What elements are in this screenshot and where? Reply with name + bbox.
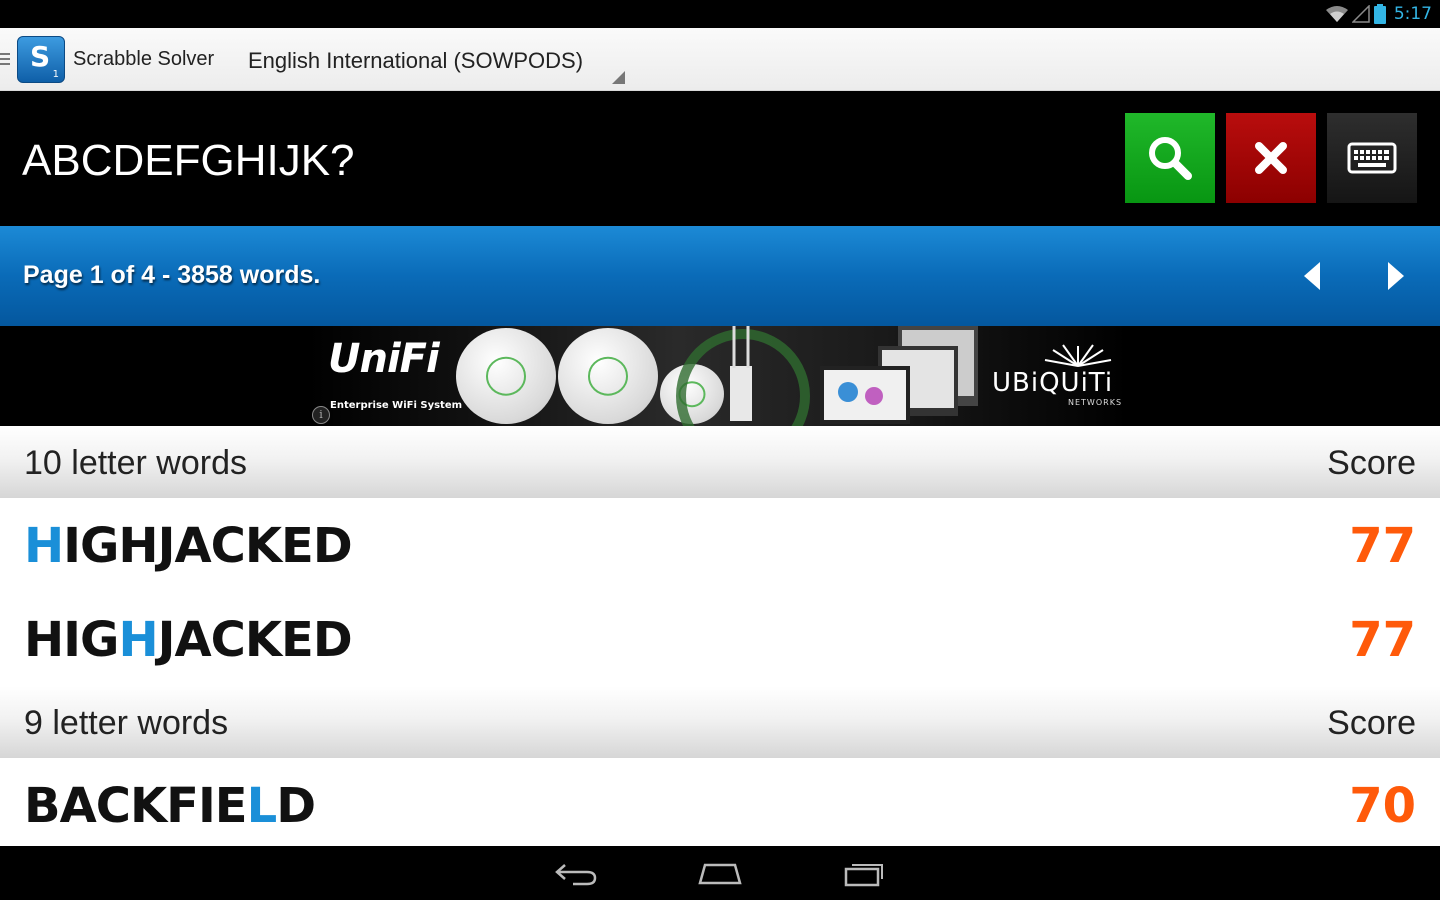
keyboard-icon — [1347, 142, 1397, 174]
word-score: 70 — [1349, 778, 1416, 834]
signal-icon — [1351, 5, 1370, 23]
search-icon — [1149, 137, 1192, 180]
word-part: HIG — [24, 612, 119, 668]
back-icon[interactable] — [553, 859, 599, 887]
previous-page-button[interactable] — [1292, 256, 1332, 296]
dictionary-label: English International (SOWPODS) — [248, 48, 584, 73]
next-page-button[interactable] — [1376, 256, 1416, 296]
section-header-9: 9 letter words Score — [0, 686, 1440, 758]
ad-tagline: Enterprise WiFi System — [330, 400, 463, 411]
pagination-bar: Page 1 of 4 - 3858 words. — [0, 226, 1440, 326]
wifi-icon — [1325, 6, 1348, 22]
score-column-label: Score — [1327, 704, 1416, 742]
ad-image[interactable]: UniFi Enterprise WiFi System UBiQUiTi NE… — [308, 326, 1128, 426]
ad-company: UBiQUiTi — [992, 368, 1114, 398]
letter-input-row — [0, 91, 1440, 226]
chevron-left-icon — [1304, 262, 1320, 290]
word-part: D — [276, 778, 316, 834]
search-button[interactable] — [1125, 113, 1215, 203]
page-info: Page 1 of 4 - 3858 words. — [23, 261, 321, 289]
drawer-indicator-icon[interactable] — [0, 53, 10, 68]
ad-company-sub: NETWORKS — [1068, 398, 1123, 407]
word-text: HIGHJACKED — [24, 612, 353, 668]
word-text: HIGHJACKED — [24, 518, 353, 574]
word-part: JACKED — [157, 612, 353, 668]
clear-button[interactable] — [1226, 113, 1316, 203]
section-header-10: 10 letter words Score — [0, 426, 1440, 498]
outdoor-antenna-image — [676, 326, 810, 426]
chevron-right-icon — [1388, 262, 1404, 290]
ad-info-icon[interactable]: i — [312, 406, 330, 424]
word-row[interactable]: HIGHJACKED 77 — [0, 498, 1440, 592]
app-title: Scrabble Solver — [73, 48, 215, 70]
blank-tile-letter: H — [24, 518, 64, 574]
logo-letter: S — [30, 40, 51, 73]
letters-input[interactable] — [22, 131, 1102, 191]
ubiquiti-logo-icon — [1044, 344, 1112, 367]
logo-number: 1 — [52, 69, 59, 80]
ad-banner[interactable]: UniFi Enterprise WiFi System UBiQUiTi NE… — [0, 326, 1440, 426]
section-title: 10 letter words — [24, 444, 247, 482]
word-score: 77 — [1349, 612, 1416, 668]
blank-tile-letter: L — [246, 778, 278, 834]
word-score: 77 — [1349, 518, 1416, 574]
ad-brand: UniFi — [328, 336, 440, 382]
status-icons: 5:17 — [1325, 3, 1432, 25]
spinner-arrow-icon — [612, 71, 625, 84]
system-navigation-bar — [0, 846, 1440, 900]
word-row[interactable]: BACKFIELD 70 — [0, 758, 1440, 846]
section-title: 9 letter words — [24, 704, 229, 742]
action-bar: S 1 Scrabble Solver English Internationa… — [0, 28, 1440, 91]
access-point-medium — [558, 328, 658, 424]
blank-tile-letter: H — [118, 612, 158, 668]
app-logo[interactable]: S 1 — [17, 36, 65, 83]
word-part: IGHJACKED — [63, 518, 352, 574]
status-bar: 5:17 — [0, 0, 1440, 28]
controller-screens-image — [820, 326, 978, 424]
status-time: 5:17 — [1393, 4, 1432, 24]
word-row[interactable]: HIGHJACKED 77 — [0, 592, 1440, 686]
keyboard-button[interactable] — [1327, 113, 1417, 203]
word-part: BACKFIE — [24, 778, 248, 834]
access-point-large — [456, 328, 556, 424]
dictionary-spinner[interactable]: English International (SOWPODS) — [240, 38, 630, 86]
home-icon[interactable] — [697, 859, 743, 887]
battery-icon — [1373, 4, 1386, 24]
recent-apps-icon[interactable] — [842, 859, 888, 887]
close-icon — [1255, 142, 1287, 174]
word-text: BACKFIELD — [24, 778, 316, 834]
score-column-label: Score — [1327, 444, 1416, 482]
